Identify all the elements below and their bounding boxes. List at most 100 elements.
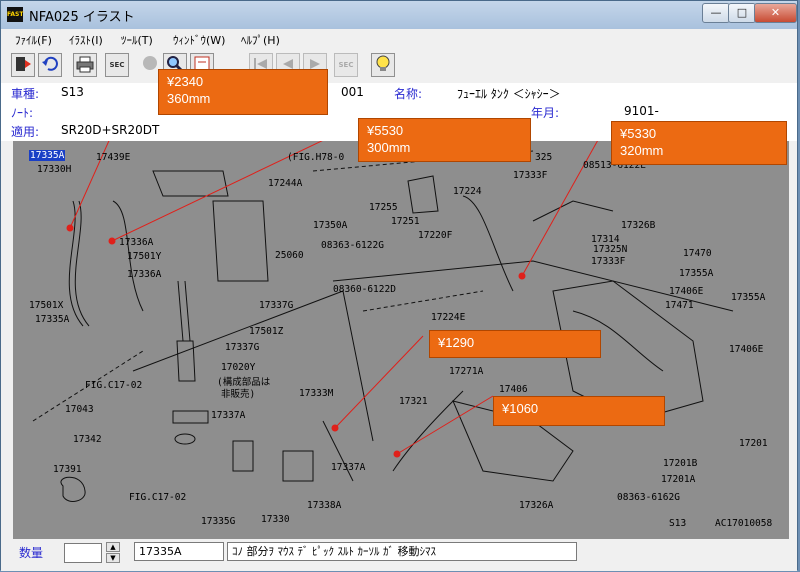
exit-icon [16, 57, 31, 71]
part-label[interactable]: 17333F [513, 170, 547, 181]
menu-bar: ﾌｧｲﾙ(F) ｲﾗｽﾄ(I) ﾂｰﾙ(T) ｳｨﾝﾄﾞｳ(W) ﾍﾙﾌﾟ(H) [1, 29, 797, 49]
model-value: S13 [61, 85, 84, 99]
section2-button[interactable]: SEC [334, 53, 358, 77]
part-label[interactable]: 17244A [268, 178, 302, 189]
part-label[interactable]: 17224E [431, 312, 465, 323]
callout-length: 320mm [620, 143, 664, 158]
part-label[interactable]: 17333F [591, 256, 625, 267]
part-label[interactable]: 17326A [519, 500, 553, 511]
part-label[interactable]: 17501X [29, 300, 63, 311]
part-label[interactable]: 17342 [73, 434, 102, 445]
part-label[interactable]: 17406E [669, 286, 703, 297]
exit-button[interactable] [11, 53, 35, 77]
toolbar: SEC SEC [1, 49, 797, 84]
help-button[interactable] [371, 53, 395, 77]
circle-icon [143, 56, 157, 70]
part-label[interactable]: 17325N [593, 244, 627, 255]
part-label[interactable]: 17271A [449, 366, 483, 377]
help-bulb-icon [376, 55, 390, 71]
price-callout: ¥1290 [429, 330, 601, 358]
menu-help[interactable]: ﾍﾙﾌﾟ(H) [241, 32, 280, 48]
quantity-input[interactable] [64, 543, 102, 563]
callout-price: ¥2340 [167, 74, 204, 89]
figure-link[interactable]: FIG.C17-02 [85, 380, 142, 391]
part-label[interactable]: 17201 [739, 438, 768, 449]
part-label[interactable]: 17337A [211, 410, 245, 421]
price-callout: ¥5530 300mm [358, 118, 531, 162]
drawing-number: AC17010058 [715, 518, 773, 529]
menu-tool[interactable]: ﾂｰﾙ(T) [121, 32, 153, 48]
yearmonth-value: 9101- [624, 104, 659, 118]
part-label[interactable]: 25060 [275, 250, 304, 261]
part-label[interactable]: 17333M [299, 388, 333, 399]
menu-window[interactable]: ｳｨﾝﾄﾞｳ(W) [173, 32, 225, 48]
applies-value: SR20D+SR20DT [61, 123, 160, 137]
model-label: 車種: [11, 87, 40, 101]
print-button[interactable] [73, 53, 97, 77]
part-label[interactable]: 17406 [499, 384, 528, 395]
part-label[interactable]: 325 [535, 152, 552, 163]
part-label[interactable]: 17201B [663, 458, 697, 469]
callout-length: 300mm [367, 140, 411, 155]
qty-label: 数量 [19, 546, 44, 560]
part-label[interactable]: 17335G [201, 516, 235, 527]
applies-label: 適用: [11, 125, 40, 139]
qty-down-button[interactable]: ▼ [106, 553, 120, 563]
menu-illust[interactable]: ｲﾗｽﾄ(I) [69, 32, 103, 48]
callout-price: ¥1290 [438, 335, 475, 350]
part-label[interactable]: 17321 [399, 396, 428, 407]
part-label[interactable]: 17201A [661, 474, 695, 485]
part-label[interactable]: 08360-6122D [333, 284, 396, 295]
part-label[interactable]: 17350A [313, 220, 347, 231]
part-label[interactable]: 17020Y [221, 362, 255, 373]
part-label[interactable]: 17337G [225, 342, 259, 353]
app-logo-icon: FAST [7, 7, 23, 22]
part-label[interactable]: 17501Z [249, 326, 283, 337]
name-label: 名称: [394, 87, 423, 101]
minimize-button[interactable]: — [702, 3, 730, 23]
note-label: ﾉｰﾄ: [11, 106, 34, 120]
undo-button[interactable] [38, 53, 62, 77]
section-button[interactable]: SEC [105, 53, 129, 77]
part-label[interactable]: 17255 [369, 202, 398, 213]
part-label[interactable]: 17043 [65, 404, 94, 415]
part-label[interactable]: 17355A [731, 292, 765, 303]
part-label[interactable]: 17330 [261, 514, 290, 525]
part-label[interactable]: 17326B [621, 220, 655, 231]
maximize-button[interactable]: □ [728, 3, 756, 23]
part-label[interactable]: 17335A [29, 150, 66, 161]
title-bar[interactable]: FAST NFA025 イラスト — □ ✕ [1, 1, 797, 29]
figure-link[interactable]: FIG.C17-02 [129, 492, 186, 503]
part-label[interactable]: 17470 [683, 248, 712, 259]
menu-file[interactable]: ﾌｧｲﾙ(F) [15, 32, 52, 48]
part-label[interactable]: 17337G [259, 300, 293, 311]
qty-up-button[interactable]: ▲ [106, 542, 120, 552]
part-label[interactable]: 17330H [37, 164, 71, 175]
part-label[interactable]: 17355A [679, 268, 713, 279]
part-label[interactable]: 08363-6122G [321, 240, 384, 251]
part-label[interactable]: 17391 [53, 464, 82, 475]
part-label[interactable]: 17220F [418, 230, 452, 241]
drawing-model: S13 [669, 518, 687, 529]
price-callout: ¥2340 360mm [158, 69, 328, 115]
code-value: 001 [341, 85, 364, 99]
part-label[interactable]: 17224 [453, 186, 482, 197]
part-label[interactable]: 17251 [391, 216, 420, 227]
part-label[interactable]: 17336A [127, 269, 161, 280]
part-label[interactable]: 17471 [665, 300, 694, 311]
price-callout: ¥1060 [493, 396, 665, 426]
part-label[interactable]: 17337A [331, 462, 365, 473]
part-label[interactable]: 17501Y [127, 251, 161, 262]
callout-price: ¥5330 [620, 126, 657, 141]
part-label[interactable]: 17335A [35, 314, 69, 325]
status-message: ｺﾉ 部分ｦ ﾏｳｽ ﾃﾞ ﾋﾟｯｸ ｽﾙﾄ ｶｰｿﾙ ｶﾞ 移動ｼﾏｽ [227, 542, 577, 561]
close-button[interactable]: ✕ [754, 3, 797, 23]
part-label[interactable]: 08363-6162G [617, 492, 680, 503]
part-label[interactable]: 17338A [307, 500, 341, 511]
printer-icon [76, 56, 94, 73]
part-label[interactable]: 17406E [729, 344, 763, 355]
part-label[interactable]: 17439E [96, 152, 130, 163]
part-label[interactable]: 17336A [119, 237, 153, 248]
parts-illustration[interactable]: 17335A 17439E 17330H (FIG.H78-0 325 0851… [13, 141, 789, 539]
yearmonth-label: 年月: [531, 106, 560, 120]
